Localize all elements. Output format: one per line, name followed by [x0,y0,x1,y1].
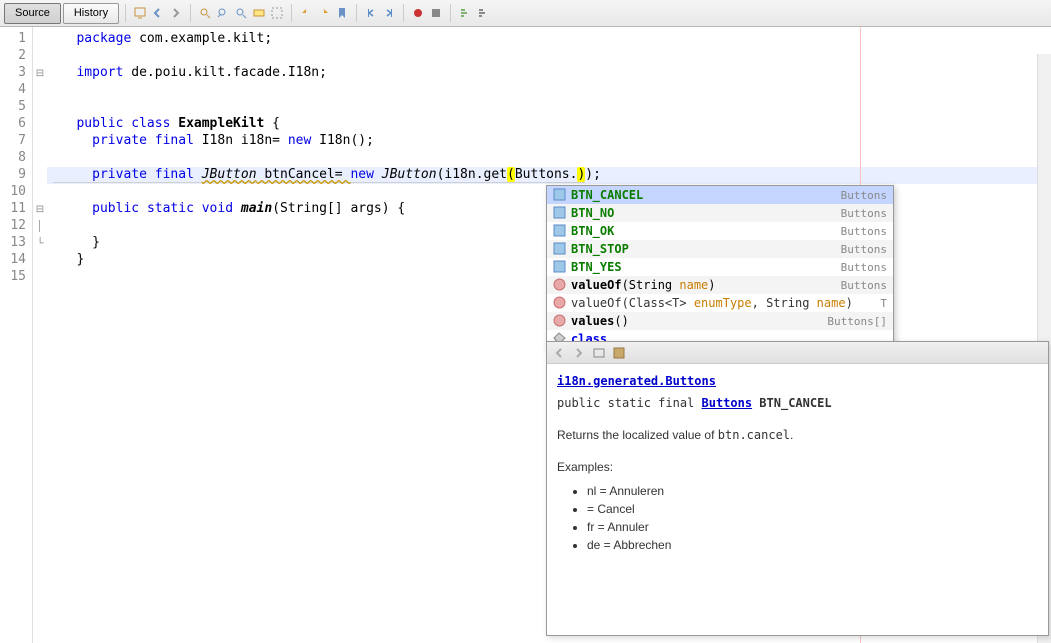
completion-item[interactable]: BTN_CANCELButtons [547,186,893,204]
line-number: 11 [0,201,32,218]
method-icon [553,278,567,292]
fold-toggle[interactable]: ⊟ [33,201,47,218]
completion-item[interactable]: BTN_YESButtons [547,258,893,276]
line-number: 1 [0,31,32,48]
method-icon [553,296,567,310]
line-number: 9 [0,167,32,184]
doc-content: i18n.generated.Buttons public static fin… [547,364,1048,562]
line-number: 7 [0,133,32,150]
toggle-bookmark-icon[interactable] [334,5,350,21]
fold-gutter: ⊟ ⊟ │└ [33,27,47,643]
tab-source[interactable]: Source [4,3,61,24]
back-icon[interactable] [150,5,166,21]
doc-package-link[interactable]: i18n.generated.Buttons [557,374,716,388]
fold-toggle[interactable]: ⊟ [33,65,47,82]
line-number: 2 [0,48,32,65]
doc-example-item: nl = Annuleren [587,482,1038,500]
macro-record-icon[interactable] [410,5,426,21]
doc-toolbar [547,342,1048,364]
javadoc-panel: i18n.generated.Buttons public static fin… [546,341,1049,636]
tab-history[interactable]: History [63,3,119,24]
code-completion-popup: BTN_CANCELButtons BTN_NOButtons BTN_OKBu… [546,185,894,349]
completion-item[interactable]: BTN_OKButtons [547,222,893,240]
doc-type-link[interactable]: Buttons [702,396,753,410]
doc-external-icon[interactable] [591,345,607,361]
completion-item[interactable]: values()Buttons[] [547,312,893,330]
selection-icon[interactable] [269,5,285,21]
line-number: 14 [0,252,32,269]
find-next-icon[interactable] [233,5,249,21]
line-number: 3 [0,65,32,82]
doc-back-icon[interactable] [551,345,567,361]
enum-icon [553,206,567,220]
line-number: 13 [0,235,32,252]
line-number: 5 [0,99,32,116]
last-edit-icon[interactable] [132,5,148,21]
line-number: 15 [0,269,32,286]
shift-left-icon[interactable] [363,5,379,21]
doc-example-item: de = Abbrechen [587,536,1038,554]
line-number: 10 [0,184,32,201]
doc-example-item: = Cancel [587,500,1038,518]
enum-icon [553,260,567,274]
completion-item[interactable]: valueOf(String name)Buttons [547,276,893,294]
line-number: 8 [0,150,32,167]
comment-icon[interactable] [457,5,473,21]
shift-right-icon[interactable] [381,5,397,21]
line-number: 6 [0,116,32,133]
completion-item[interactable]: BTN_NOButtons [547,204,893,222]
find-prev-icon[interactable] [215,5,231,21]
enum-icon [553,242,567,256]
find-selection-icon[interactable] [197,5,213,21]
toggle-highlight-icon[interactable] [251,5,267,21]
enum-icon [553,188,567,202]
doc-forward-icon[interactable] [571,345,587,361]
uncomment-icon[interactable] [475,5,491,21]
enum-icon [553,224,567,238]
line-number: 4 [0,82,32,99]
editor-toolbar: Source History [0,0,1051,27]
doc-example-item: fr = Annuler [587,518,1038,536]
method-icon [553,314,567,328]
doc-browser-icon[interactable] [611,345,627,361]
line-number: 12 [0,218,32,235]
prev-bookmark-icon[interactable] [298,5,314,21]
next-bookmark-icon[interactable] [316,5,332,21]
line-number-gutter: 1 2 3 4 5 6 7 8 9 10 11 12 13 14 15 [0,27,33,643]
forward-icon[interactable] [168,5,184,21]
completion-item[interactable]: BTN_STOPButtons [547,240,893,258]
completion-item[interactable]: valueOf(Class<T> enumType, String name)T [547,294,893,312]
macro-stop-icon[interactable] [428,5,444,21]
